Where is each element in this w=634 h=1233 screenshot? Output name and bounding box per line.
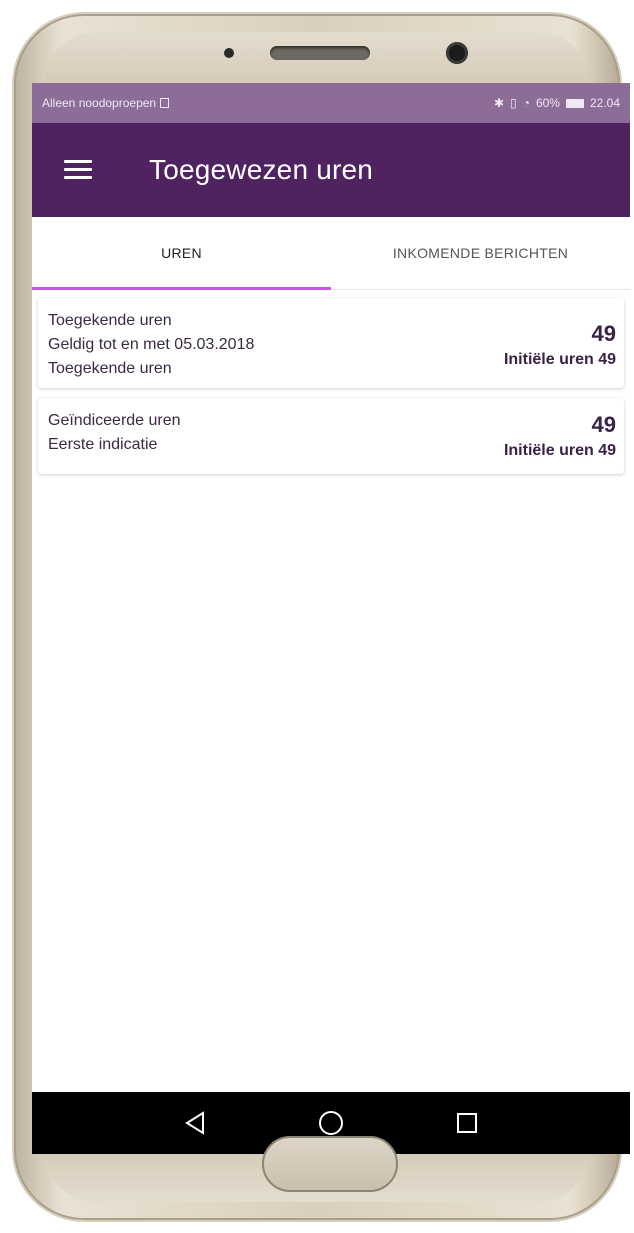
initial-hours: Initiële uren 49 xyxy=(503,442,616,459)
battery-icon xyxy=(565,98,584,108)
earpiece-speaker xyxy=(270,46,370,60)
card-indication: Eerste indicatie xyxy=(48,436,158,453)
hours-card-geindiceerd[interactable]: Geïndiceerde uren Eerste indicatie 49 In… xyxy=(38,398,624,474)
screen: Alleen noodoproepen ✱ ▯ ◔ 60% 22.04 Toeg… xyxy=(32,83,630,1154)
front-camera xyxy=(446,42,468,64)
hours-value: 49 xyxy=(591,412,616,437)
sim-icon xyxy=(160,98,170,108)
status-left: Alleen noodoproepen xyxy=(42,96,170,110)
hardware-home-button[interactable] xyxy=(262,1136,398,1192)
card-details: Toegekende uren Geldig tot en met 05.03.… xyxy=(48,312,254,378)
app-bar: Toegewezen uren xyxy=(32,123,630,217)
card-title: Geïndiceerde uren xyxy=(48,412,181,429)
status-time: 22.04 xyxy=(589,96,620,110)
hamburger-menu-icon[interactable] xyxy=(64,160,92,180)
back-triangle-icon[interactable] xyxy=(175,1103,215,1143)
card-title: Toegekende uren xyxy=(48,312,172,329)
battery-percent: 60% xyxy=(535,96,560,110)
status-right: ✱ ▯ ◔ 60% 22.04 xyxy=(494,96,620,110)
hours-value: 49 xyxy=(591,321,616,346)
sensor-dot xyxy=(224,48,234,58)
tab-bar: UREN INKOMENDE BERICHTEN xyxy=(32,217,630,290)
recents-square-icon[interactable] xyxy=(447,1103,487,1143)
card-values: 49 Initiële uren 49 xyxy=(504,412,616,460)
hours-list: Toegekende uren Geldig tot en met 05.03.… xyxy=(32,290,630,474)
bluetooth-icon: ✱ xyxy=(494,96,505,110)
card-details: Geïndiceerde uren Eerste indicatie xyxy=(48,412,181,460)
page-title: Toegewezen uren xyxy=(149,154,374,185)
tab-inkomende-berichten[interactable]: INKOMENDE BERICHTEN xyxy=(331,217,630,289)
initial-hours: Initiële uren 49 xyxy=(503,351,616,368)
wifi-icon: ◔ xyxy=(522,96,530,110)
card-type: Toegekende uren xyxy=(48,360,172,377)
card-values: 49 Initiële uren 49 xyxy=(504,312,616,378)
tab-uren[interactable]: UREN xyxy=(32,217,331,290)
status-bar: Alleen noodoproepen ✱ ▯ ◔ 60% 22.04 xyxy=(32,83,630,123)
status-carrier-text: Alleen noodoproepen xyxy=(42,96,157,110)
vibrate-icon: ▯ xyxy=(510,96,517,110)
hours-card-toegekend[interactable]: Toegekende uren Geldig tot en met 05.03.… xyxy=(38,298,624,388)
card-validity: Geldig tot en met 05.03.2018 xyxy=(48,336,255,353)
